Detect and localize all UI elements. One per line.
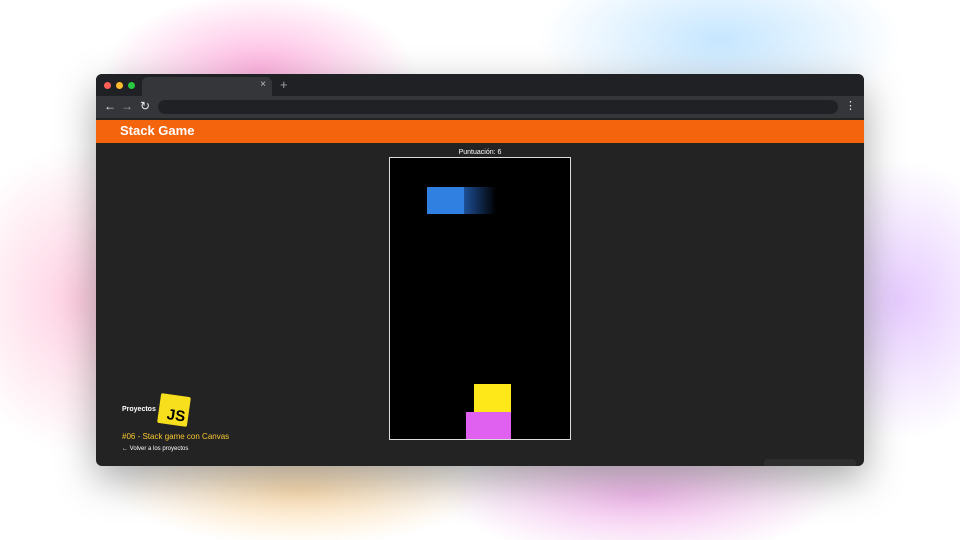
- tab-strip: × +: [96, 74, 864, 96]
- new-tab-button[interactable]: +: [280, 77, 288, 92]
- base-block: [466, 412, 511, 439]
- projects-label[interactable]: Proyectos: [122, 406, 156, 413]
- maximize-window-button[interactable]: [128, 82, 135, 89]
- address-bar[interactable]: [158, 100, 838, 114]
- game-canvas[interactable]: [389, 157, 571, 440]
- browser-tab[interactable]: ×: [142, 77, 272, 96]
- page-title: Stack Game: [120, 123, 195, 138]
- reload-icon[interactable]: ↻: [140, 99, 150, 113]
- score-label: Puntuación: 6: [458, 149, 502, 156]
- browser-toolbar: ← → ↻ ⋮: [96, 96, 864, 118]
- minimize-window-button[interactable]: [116, 82, 123, 89]
- moving-block: [427, 187, 464, 214]
- browser-window: × + ← → ↻ ⋮ Stack Game Puntuación: 6 Pro…: [96, 74, 864, 466]
- js-logo-text: JS: [165, 406, 187, 426]
- back-to-projects-link[interactable]: ← Volver a los proyectos: [122, 446, 188, 452]
- forward-arrow-icon[interactable]: →: [121, 99, 133, 113]
- project-title: #06 - Stack game con Canvas: [122, 432, 230, 441]
- js-logo[interactable]: JS: [157, 393, 191, 427]
- browser-menu-icon[interactable]: ⋮: [845, 99, 856, 112]
- back-arrow-icon[interactable]: ←: [104, 99, 116, 113]
- corner-controls: [764, 459, 856, 466]
- tab-close-icon[interactable]: ×: [260, 79, 266, 90]
- top-stacked-block: [474, 384, 511, 412]
- moving-block-trail: [464, 187, 496, 214]
- close-window-button[interactable]: [104, 82, 111, 89]
- site-header: Stack Game: [96, 120, 864, 143]
